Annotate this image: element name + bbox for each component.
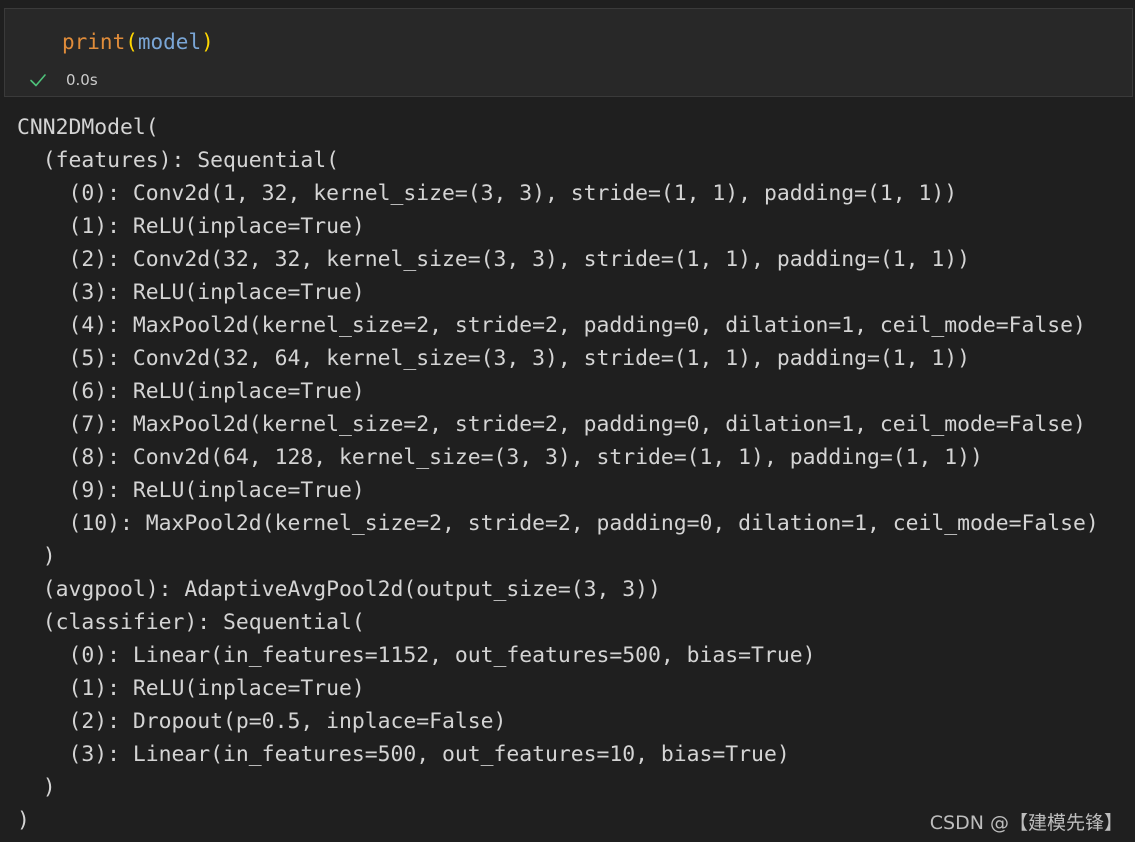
print-function: print: [62, 30, 126, 54]
close-paren: ): [201, 30, 214, 54]
output-line: (2): Dropout(p=0.5, inplace=False): [17, 709, 507, 734]
output-line: (3): ReLU(inplace=True): [17, 280, 365, 305]
output-line: CNN2DModel(: [17, 115, 159, 140]
output-line: (3): Linear(in_features=500, out_feature…: [17, 742, 790, 767]
open-paren: (: [125, 30, 138, 54]
output-line: (features): Sequential(: [17, 148, 339, 173]
output-line: (classifier): Sequential(: [17, 610, 365, 635]
output-line: (5): Conv2d(32, 64, kernel_size=(3, 3), …: [17, 346, 971, 371]
output-line: (7): MaxPool2d(kernel_size=2, stride=2, …: [17, 412, 1086, 437]
execution-time: 0.0s: [66, 71, 98, 89]
watermark: CSDN @【建模先锋】: [929, 812, 1123, 834]
output-line: (1): ReLU(inplace=True): [17, 214, 365, 239]
output-line: (8): Conv2d(64, 128, kernel_size=(3, 3),…: [17, 445, 983, 470]
output-line: ): [17, 775, 56, 800]
cell-output: CNN2DModel( (features): Sequential( (0):…: [17, 111, 1099, 837]
output-line: (4): MaxPool2d(kernel_size=2, stride=2, …: [17, 313, 1086, 338]
output-line: (2): Conv2d(32, 32, kernel_size=(3, 3), …: [17, 247, 971, 272]
check-icon: [29, 71, 47, 89]
output-line: (0): Linear(in_features=1152, out_featur…: [17, 643, 816, 668]
output-line: (6): ReLU(inplace=True): [17, 379, 365, 404]
output-line: (9): ReLU(inplace=True): [17, 478, 365, 503]
output-line: (avgpool): AdaptiveAvgPool2d(output_size…: [17, 577, 661, 602]
output-line: ): [17, 544, 56, 569]
output-line: (0): Conv2d(1, 32, kernel_size=(3, 3), s…: [17, 181, 958, 206]
code-cell[interactable]: print(model) 0.0s: [4, 8, 1133, 97]
execution-status: 0.0s: [29, 69, 98, 91]
output-line: (1): ReLU(inplace=True): [17, 676, 365, 701]
model-variable: model: [137, 30, 202, 54]
output-line: (10): MaxPool2d(kernel_size=2, stride=2,…: [17, 511, 1099, 536]
code-input[interactable]: print(model): [62, 29, 214, 55]
